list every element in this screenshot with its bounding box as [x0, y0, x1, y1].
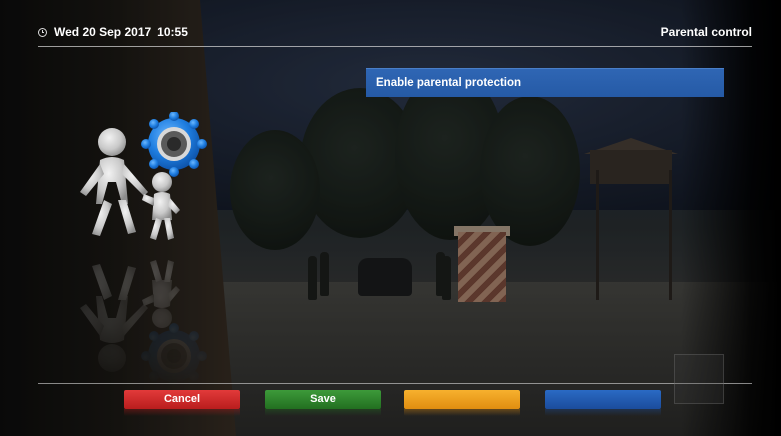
- save-button[interactable]: Save: [265, 390, 381, 416]
- footer-divider: [38, 383, 752, 384]
- menu-item-label: Enable parental protection: [376, 77, 522, 89]
- clock-icon: [38, 27, 47, 37]
- menu-item-enable-parental-protection[interactable]: Enable parental protection: [366, 68, 724, 97]
- footer-button-bar: Cancel Save: [0, 390, 781, 420]
- yellow-button[interactable]: [404, 390, 520, 416]
- parental-control-icon-reflection: [70, 248, 220, 389]
- cancel-button[interactable]: Cancel: [124, 390, 240, 416]
- header-divider: [38, 46, 752, 47]
- parental-control-icon: [70, 111, 220, 252]
- clock-date: Wed 20 Sep 2017: [54, 25, 152, 39]
- clock-time: 10:55: [157, 25, 188, 39]
- page-title: Parental control: [660, 25, 752, 39]
- header-bar: Wed 20 Sep 2017 10:55 Parental control: [38, 18, 752, 48]
- blue-button[interactable]: [545, 390, 661, 416]
- clock: Wed 20 Sep 2017 10:55: [38, 25, 188, 39]
- settings-menu: Enable parental protection: [366, 68, 724, 97]
